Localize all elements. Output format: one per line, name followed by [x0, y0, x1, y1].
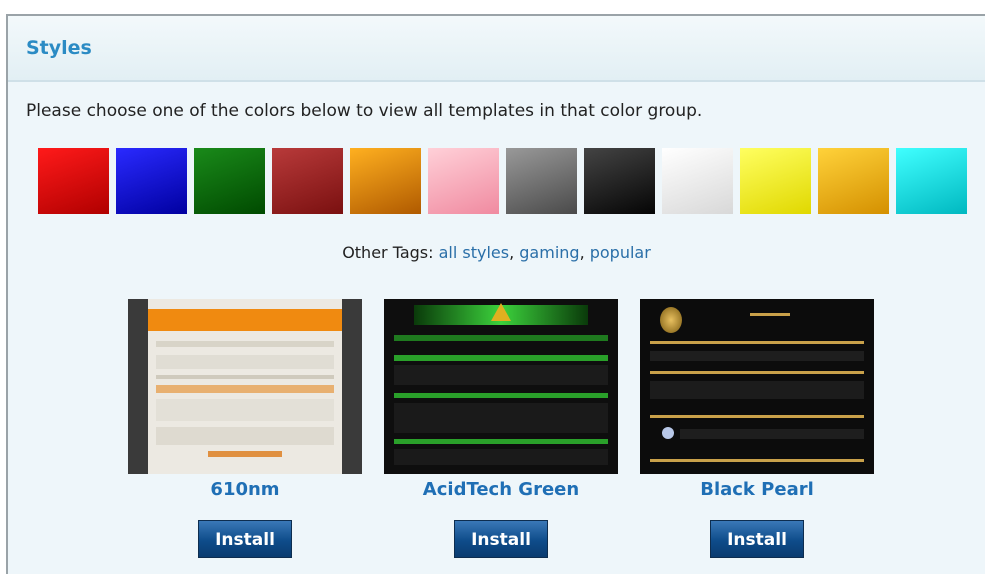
- install-button[interactable]: Install: [710, 520, 804, 558]
- install-button[interactable]: Install: [454, 520, 548, 558]
- template-card-acidtech-green: AcidTech Green Install: [384, 299, 618, 558]
- tag-link-popular[interactable]: popular: [590, 243, 651, 262]
- other-tags: Other Tags: all styles, gaming, popular: [342, 243, 651, 262]
- swatch-yellow[interactable]: [740, 148, 811, 214]
- swatch-black[interactable]: [584, 148, 655, 214]
- styles-panel: Styles Please choose one of the colors b…: [6, 14, 985, 574]
- tag-link-all-styles[interactable]: all styles: [439, 243, 509, 262]
- install-button[interactable]: Install: [198, 520, 292, 558]
- template-card-black-pearl: Black Pearl Install: [640, 299, 874, 558]
- template-thumbnail[interactable]: [128, 299, 362, 474]
- swatch-dark-red[interactable]: [272, 148, 343, 214]
- tag-link-gaming[interactable]: gaming: [519, 243, 579, 262]
- template-name[interactable]: AcidTech Green: [384, 479, 618, 500]
- swatch-green[interactable]: [194, 148, 265, 214]
- template-card-610nm: 610nm Install: [128, 299, 362, 558]
- panel-title: Styles: [26, 37, 92, 59]
- intro-text: Please choose one of the colors below to…: [26, 101, 703, 121]
- panel-header: Styles: [8, 16, 985, 82]
- template-name[interactable]: 610nm: [128, 479, 362, 500]
- swatch-pink[interactable]: [428, 148, 499, 214]
- swatch-blue[interactable]: [116, 148, 187, 214]
- swatch-red[interactable]: [38, 148, 109, 214]
- swatch-gold[interactable]: [818, 148, 889, 214]
- template-name[interactable]: Black Pearl: [640, 479, 874, 500]
- template-thumbnail[interactable]: [640, 299, 874, 474]
- swatch-cyan[interactable]: [896, 148, 967, 214]
- template-thumbnail[interactable]: [384, 299, 618, 474]
- color-swatch-row: [38, 148, 970, 214]
- swatch-gray[interactable]: [506, 148, 577, 214]
- swatch-orange[interactable]: [350, 148, 421, 214]
- other-tags-label: Other Tags:: [342, 243, 434, 262]
- swatch-white[interactable]: [662, 148, 733, 214]
